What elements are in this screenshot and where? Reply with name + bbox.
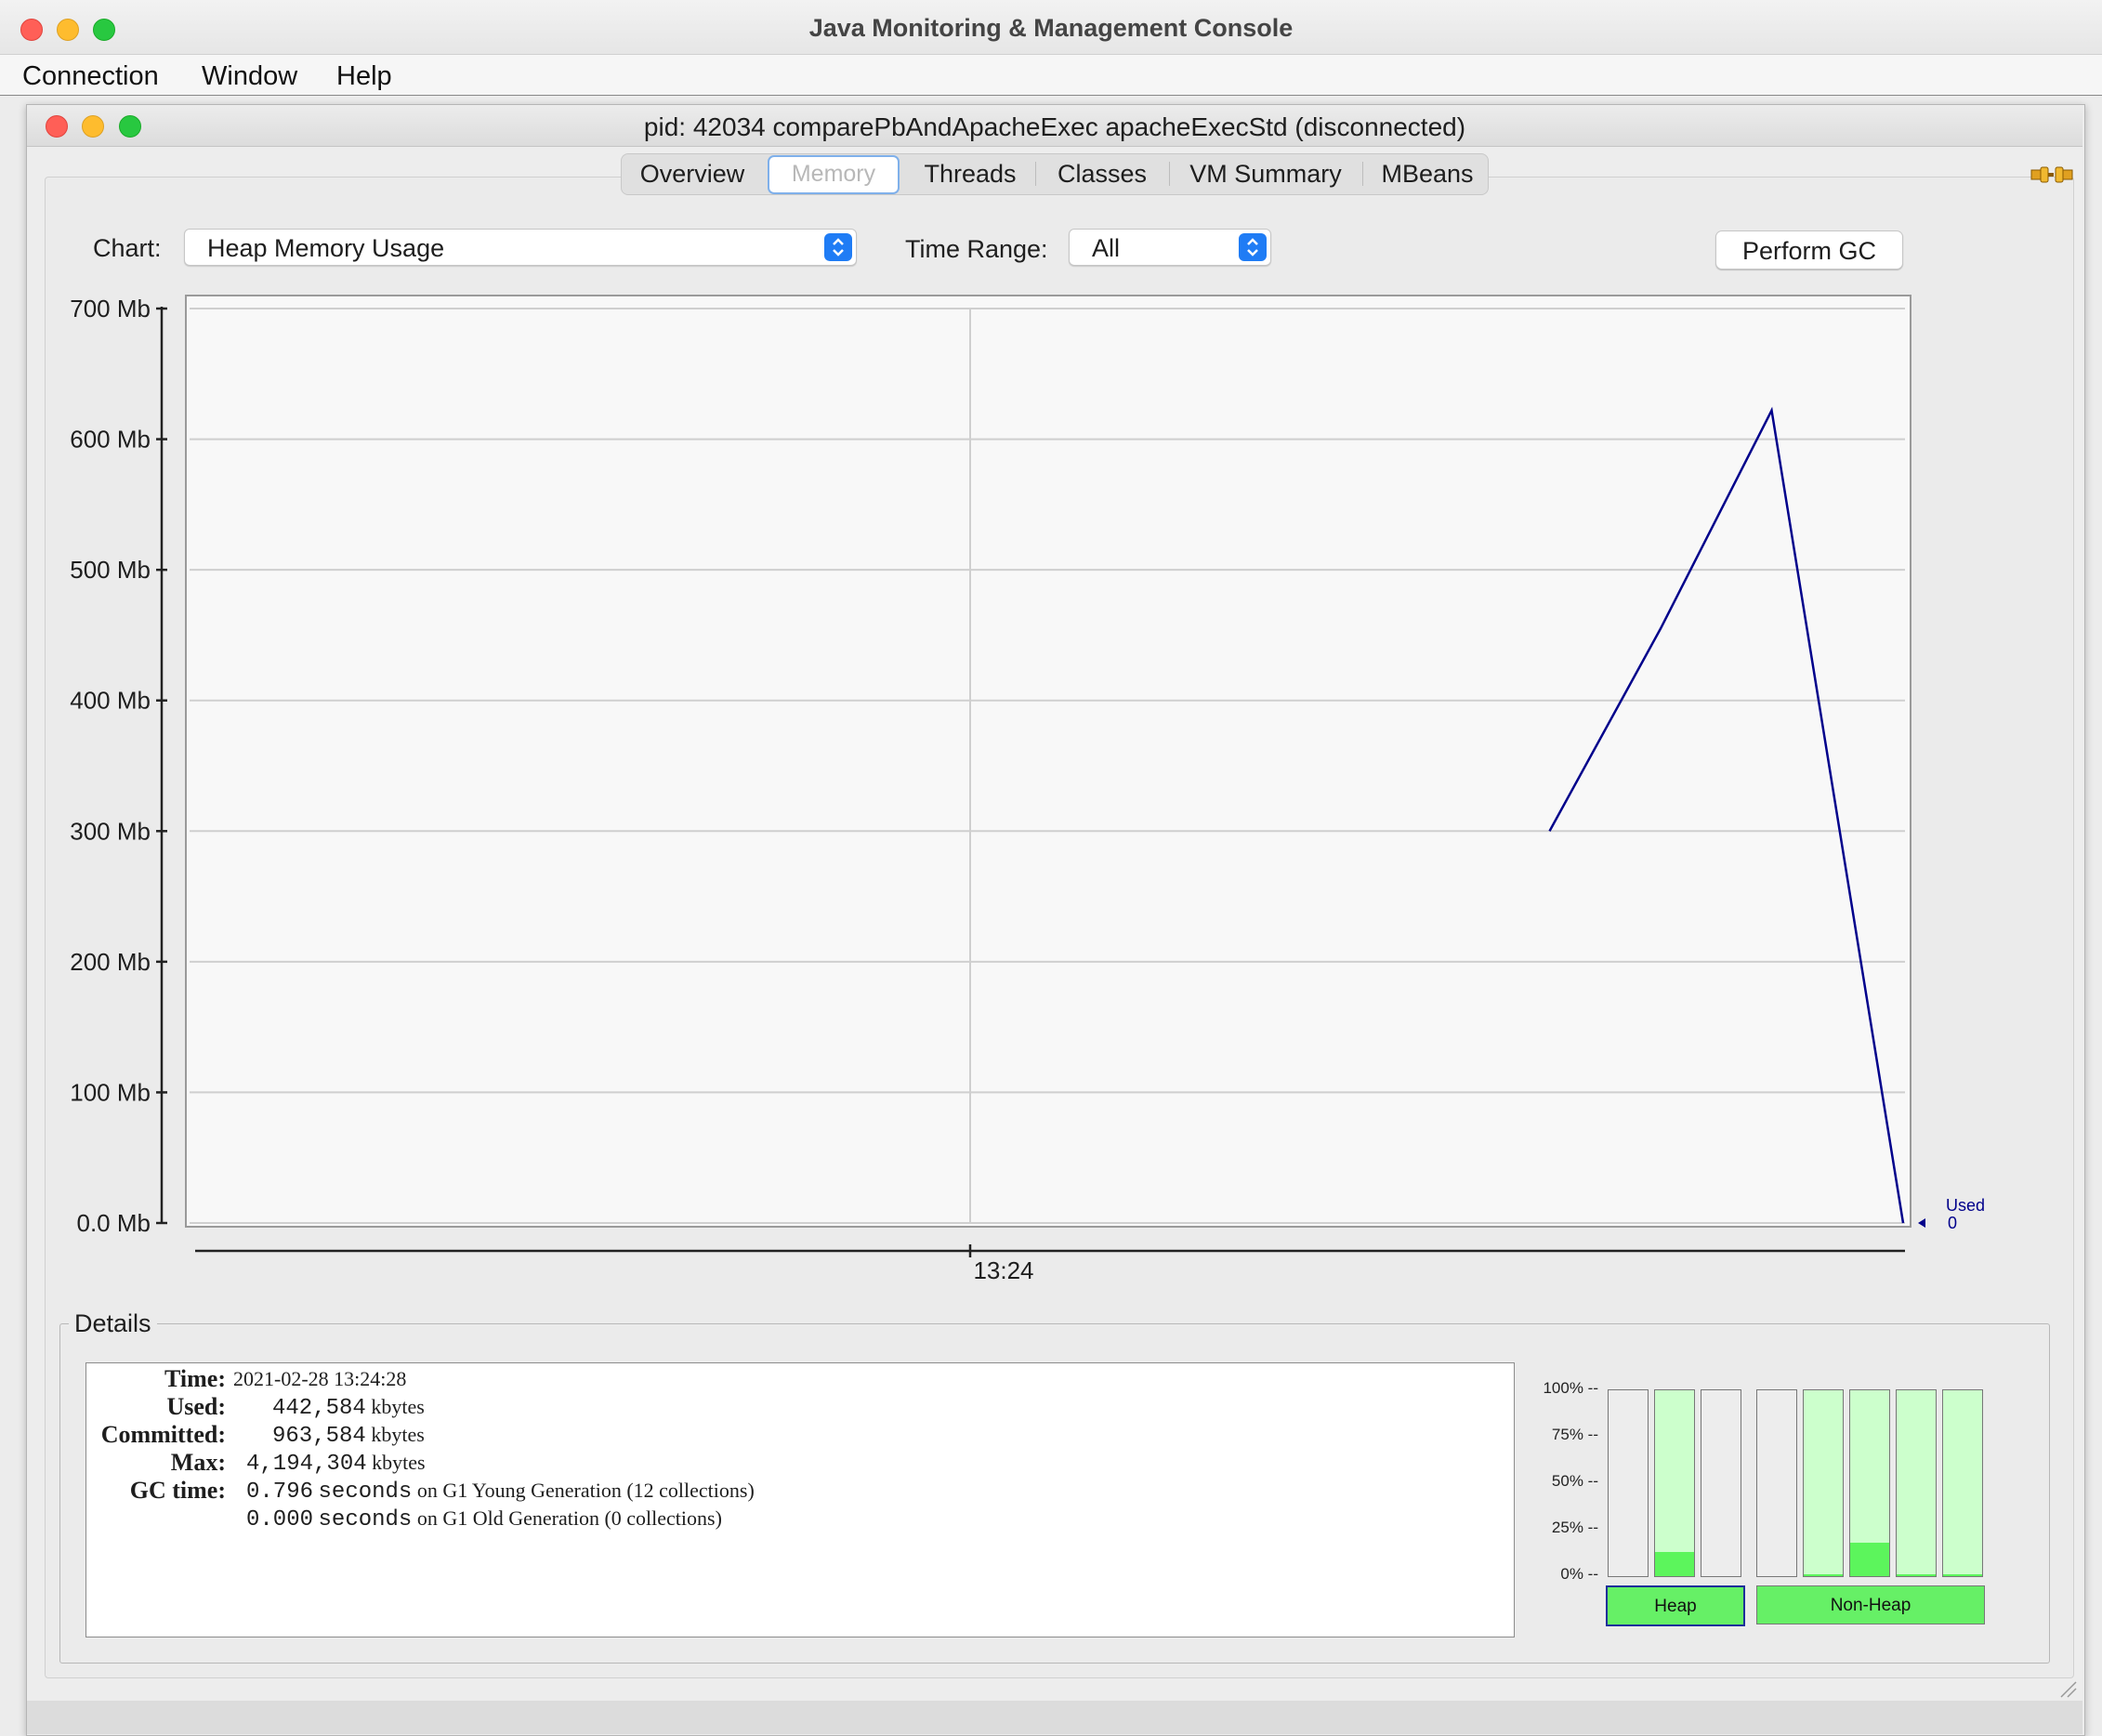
time-key: Time: [164,1365,226,1392]
detail-row-max: Max: 4,194,304 kbytes [86,1449,1480,1477]
used-marker-value: 0 [1948,1214,1957,1232]
detail-row-gc-young: GC time: 0.796 seconds on G1 Young Gener… [86,1477,1480,1505]
nonheap-pool-bar[interactable] [1803,1389,1844,1577]
max-unit: kbytes [372,1451,426,1474]
pct-label-75: 75% -- [1551,1426,1598,1443]
gc-young-seconds: seconds [318,1480,413,1505]
nonheap-used-fill [1897,1574,1936,1576]
used-marker-label: Used [1946,1196,1985,1215]
used-unit: kbytes [371,1395,425,1418]
status-strip [27,1701,2082,1734]
y-tick-label: 700 Mb [70,295,151,322]
max-value-group: 4,194,304 kbytes [246,1451,426,1477]
used-key: Used: [166,1393,226,1420]
nonheap-pool-bar[interactable] [1849,1389,1890,1577]
y-tick-label: 600 Mb [70,426,151,454]
gc-young-text: on G1 Young Generation (12 collections) [416,1479,755,1502]
gc-young-group: 0.796 seconds on G1 Young Generation (12… [246,1479,755,1505]
gc-old-value: 0.000 [246,1507,314,1532]
y-tick-label: 300 Mb [70,817,151,845]
pct-label-25: 25% -- [1551,1519,1598,1536]
nonheap-committed-fill [1943,1390,1982,1576]
nonheap-pool-bar[interactable] [1942,1389,1983,1577]
detail-row-time: Time: 2021-02-28 13:24:28 [86,1365,1480,1393]
gc-time-key: GC time: [129,1477,226,1504]
nonheap-used-fill [1943,1574,1982,1576]
nonheap-pool-button[interactable]: Non-Heap [1756,1585,1985,1624]
plot-area [185,295,1912,1228]
heap-pool-button[interactable]: Heap [1606,1585,1745,1626]
nonheap-pool-bar[interactable] [1756,1389,1797,1577]
y-tick-label: 0.0 Mb [77,1209,151,1237]
details-legend: Details [69,1309,157,1338]
gc-old-text: on G1 Old Generation (0 collections) [416,1506,722,1530]
gc-old-group: 0.000 seconds on G1 Old Generation (0 co… [246,1506,722,1532]
heap-pool-bar[interactable] [1701,1389,1741,1577]
y-tick-label: 200 Mb [70,948,151,976]
pct-label-50: 50% -- [1551,1472,1598,1490]
max-value: 4,194,304 [246,1452,367,1477]
nonheap-committed-fill [1897,1390,1936,1576]
committed-unit: kbytes [371,1423,425,1446]
committed-key: Committed: [100,1421,226,1448]
details-text-pane: Time: 2021-02-28 13:24:28 Used: 442,584 … [85,1362,1515,1637]
x-tick-label: 13:24 [973,1256,1033,1284]
max-key: Max: [170,1449,226,1476]
detail-row-used: Used: 442,584 kbytes [86,1393,1480,1421]
heap-memory-chart: 0.0 Mb 100 Mb 200 Mb 300 Mb 400 Mb 500 Mb 600 … [70,295,1985,1284]
heap-used-fill [1655,1552,1694,1576]
committed-value-group: 963,584 kbytes [272,1423,425,1449]
y-tick-label: 500 Mb [70,556,151,584]
used-value-group: 442,584 kbytes [272,1395,425,1421]
used-marker-icon [1918,1218,1925,1228]
time-value: 2021-02-28 13:24:28 [233,1367,407,1390]
nonheap-used-fill [1804,1574,1843,1576]
y-tick-label: 100 Mb [70,1078,151,1106]
detail-row-committed: Committed: 963,584 kbytes [86,1421,1480,1449]
gc-young-value: 0.796 [246,1480,314,1505]
used-value: 442,584 [272,1396,366,1421]
gc-old-seconds: seconds [318,1507,413,1532]
pct-label-0: 0% -- [1560,1565,1598,1583]
pct-label-100: 100% -- [1543,1379,1598,1397]
detail-row-gc-old: 0.000 seconds on G1 Old Generation (0 co… [86,1505,1480,1532]
nonheap-committed-fill [1804,1390,1843,1576]
heap-pool-bar[interactable] [1654,1389,1695,1577]
resize-grip-icon[interactable] [2057,1678,2078,1699]
heap-pool-bar[interactable] [1608,1389,1649,1577]
committed-value: 963,584 [272,1424,366,1449]
nonheap-pool-bar[interactable] [1896,1389,1937,1577]
heap-committed-fill [1655,1390,1694,1576]
y-tick-label: 400 Mb [70,687,151,715]
nonheap-used-fill [1850,1543,1889,1576]
